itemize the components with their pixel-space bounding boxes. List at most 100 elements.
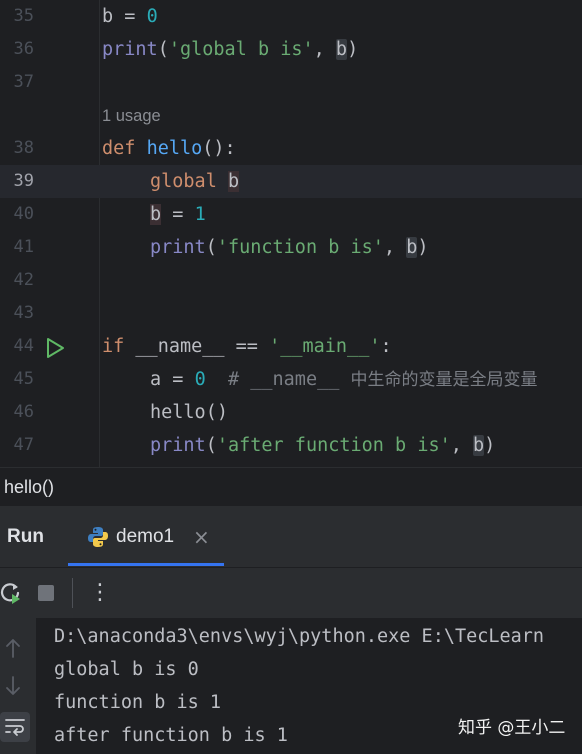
code-line-42[interactable]: 42 [0, 264, 582, 297]
punctuation: ) [347, 39, 359, 60]
highlighted-variable: b [406, 237, 418, 258]
code-text: b = 1 [150, 198, 206, 231]
code-text: b = 0 [102, 0, 158, 33]
scroll-down-icon[interactable] [5, 676, 21, 696]
console-line: D:\anaconda3\envs\wyj\python.exe E:\TecL… [54, 626, 545, 647]
line-number: 43 [13, 303, 34, 323]
variable: a [150, 369, 162, 390]
code-line-43[interactable]: 43 [0, 297, 582, 330]
keyword: global [150, 171, 217, 192]
number-literal: 0 [146, 6, 158, 27]
run-gutter-icon[interactable] [44, 337, 66, 359]
number-literal: 1 [194, 204, 206, 225]
dunder-name: __name__ [135, 336, 225, 357]
punctuation: ( [157, 39, 169, 60]
more-icon[interactable]: ⋮ [89, 568, 111, 618]
code-text: global b [150, 165, 240, 198]
operator: == [224, 336, 270, 357]
line-number: 41 [13, 237, 34, 257]
line-number: 47 [13, 435, 34, 455]
code-line-38[interactable]: 38 def hello(): [0, 132, 582, 165]
operator: = [161, 204, 195, 225]
operator: = [161, 369, 195, 390]
code-text: if __name__ == '__main__': [102, 330, 392, 363]
builtin-function: print [102, 39, 158, 60]
tab-active-indicator [68, 563, 224, 566]
line-number: 44 [13, 336, 34, 356]
function-name: hello [146, 138, 203, 159]
code-text: def hello(): [102, 132, 236, 165]
line-number: 37 [13, 72, 34, 92]
operator: = [113, 6, 147, 27]
code-line-47[interactable]: 47 print('after function b is', b) [0, 429, 582, 462]
punctuation: ) [484, 435, 496, 456]
number-literal: 0 [194, 369, 206, 390]
punctuation: , [383, 237, 407, 258]
line-number: 35 [13, 6, 34, 26]
punctuation: : [380, 336, 392, 357]
line-number: 38 [13, 138, 34, 158]
code-line-45[interactable]: 45 a = 0 # __name__ 中生命的变量是全局变量 [0, 363, 582, 396]
punctuation: ( [205, 237, 217, 258]
console-line: global b is 0 [54, 659, 199, 680]
code-line-44[interactable]: 44 if __name__ == '__main__': [0, 330, 582, 363]
run-toolbar: ⋮ [0, 567, 582, 618]
watermark: 知乎 @王小二 [458, 718, 566, 738]
code-text: a = 0 # __name__ 中生命的变量是全局变量 [150, 363, 538, 397]
string-literal: '__main__' [269, 336, 381, 357]
code-editor[interactable]: 35 b = 0 36 print('global b is', b) 37 1… [0, 0, 582, 467]
code-line-39-current[interactable]: 39 global b [0, 165, 582, 198]
punctuation: ) [417, 237, 429, 258]
builtin-function: print [150, 435, 206, 456]
highlighted-variable: b [227, 171, 240, 192]
tab-demo1[interactable]: demo1 × [68, 506, 224, 568]
line-number: 36 [13, 39, 34, 59]
code-line-46[interactable]: 46 hello() [0, 396, 582, 429]
code-line-40[interactable]: 40 b = 1 [0, 198, 582, 231]
code-line-35[interactable]: 35 b = 0 [0, 0, 582, 33]
inlay-usage-hint[interactable]: 1 usage [0, 100, 582, 133]
soft-wrap-toggle[interactable] [0, 712, 30, 742]
python-icon [88, 527, 108, 547]
run-tool-window-header: Run demo1 × [0, 505, 582, 568]
string-literal: 'global b is' [168, 39, 314, 60]
scroll-up-icon[interactable] [5, 638, 21, 658]
soft-wrap-icon [5, 719, 25, 736]
close-icon[interactable]: × [193, 506, 210, 568]
keyword: if [102, 336, 125, 357]
line-number: 40 [13, 204, 34, 224]
string-literal: 'function b is' [216, 237, 384, 258]
highlighted-variable: b [473, 435, 485, 456]
code-text: print('after function b is', b) [150, 429, 495, 462]
code-text: hello() [150, 396, 228, 429]
code-line-41[interactable]: 41 print('function b is', b) [0, 231, 582, 264]
variable: b [150, 204, 162, 225]
punctuation: (): [202, 138, 236, 159]
punctuation: , [313, 39, 336, 60]
breadcrumb: hello() [0, 467, 582, 506]
comment: # __name__ [205, 369, 351, 390]
punctuation: , [450, 435, 474, 456]
function-call: hello() [150, 402, 228, 423]
code-text: print('function b is', b) [150, 231, 428, 264]
toolbar-separator [72, 578, 73, 608]
line-number: 39 [13, 171, 34, 191]
stop-icon[interactable] [37, 584, 55, 602]
highlighted-variable: b [335, 39, 348, 60]
code-line-37[interactable]: 37 [0, 66, 582, 99]
code-text: print('global b is', b) [102, 33, 358, 66]
code-line-36[interactable]: 36 print('global b is', b) [0, 33, 582, 66]
breadcrumb-item[interactable]: hello() [4, 468, 54, 506]
line-number: 46 [13, 402, 34, 422]
run-panel-title: Run [7, 526, 44, 547]
usage-hint-text[interactable]: 1 usage [102, 100, 161, 133]
console-line: after function b is 1 [54, 725, 288, 746]
punctuation: ( [205, 435, 217, 456]
line-number: 42 [13, 270, 34, 290]
builtin-function: print [150, 237, 206, 258]
keyword: def [102, 138, 136, 159]
comment-chinese: 中生命的变量是全局变量 [350, 370, 538, 390]
console-line: function b is 1 [54, 692, 222, 713]
string-literal: 'after function b is' [216, 435, 451, 456]
rerun-icon[interactable] [0, 581, 22, 605]
